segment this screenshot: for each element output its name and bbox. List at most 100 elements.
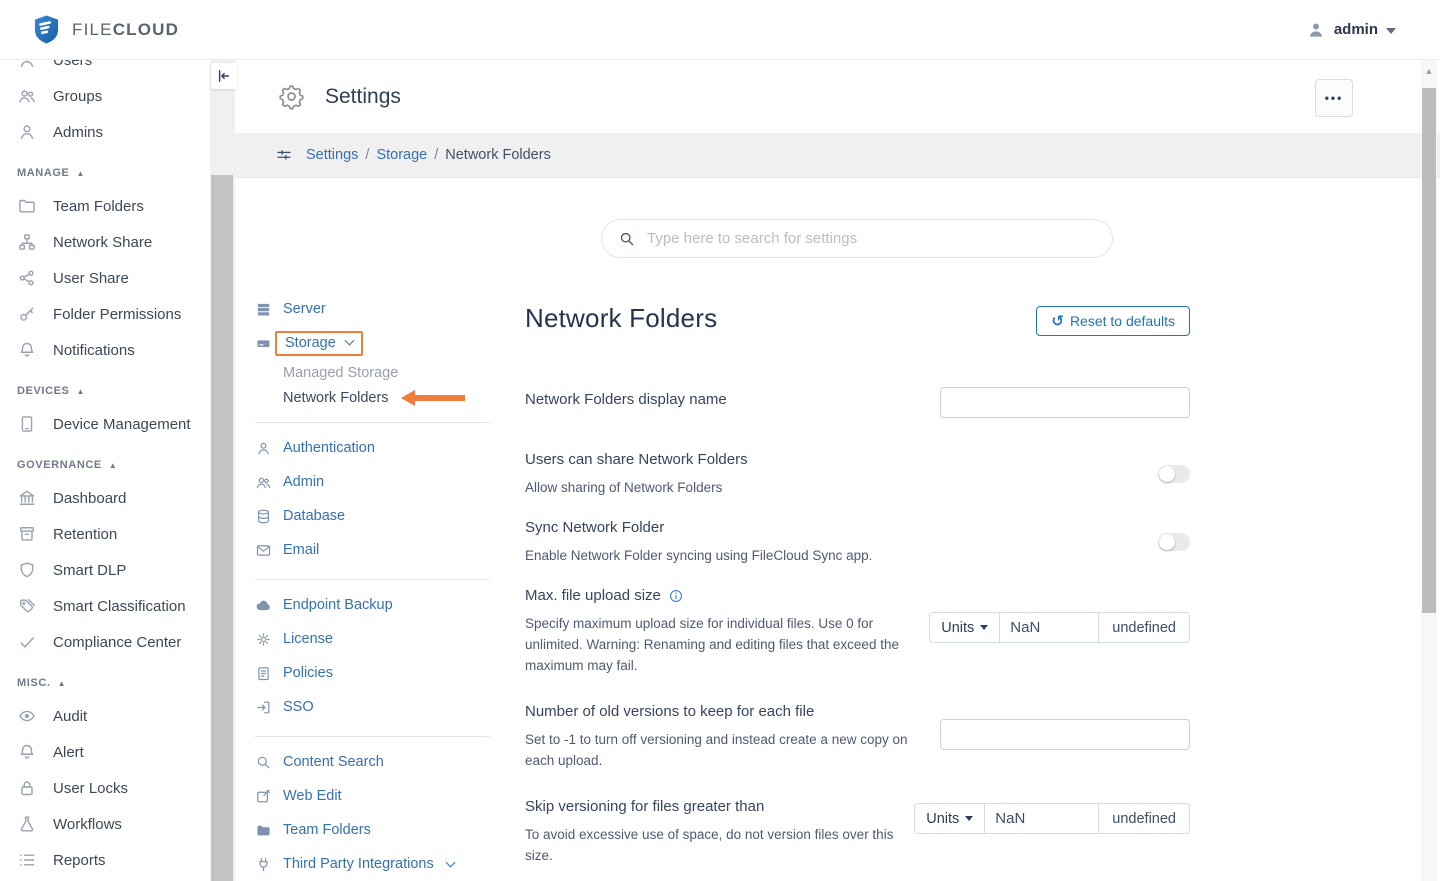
policy-icon <box>255 665 272 682</box>
page-title-bar: Settings <box>235 60 1440 133</box>
users-icon <box>17 86 37 106</box>
plug-icon <box>255 856 272 873</box>
email-icon <box>255 542 272 559</box>
sidebar-item-compliance-center[interactable]: Compliance Center <box>0 624 210 660</box>
settings-nav-team-folders[interactable]: Team Folders <box>255 813 490 847</box>
breadcrumb-storage[interactable]: Storage <box>376 147 427 163</box>
shield-icon <box>17 560 37 580</box>
sidebar-item-team-folders[interactable]: Team Folders <box>0 188 210 224</box>
settings-nav-admin[interactable]: Admin <box>255 465 490 499</box>
folder-solid-icon <box>255 822 272 839</box>
sidebar-item-smart-dlp[interactable]: Smart DLP <box>0 552 210 588</box>
sidebar-item-workflows[interactable]: Workflows <box>0 806 210 842</box>
signin-icon <box>255 699 272 716</box>
tablet-icon <box>17 414 37 434</box>
sidebar-scrollbar-thumb[interactable] <box>211 175 233 881</box>
triangle-up-icon[interactable]: ▲ <box>77 387 85 396</box>
setting-description: Set to -1 to turn off versioning and ins… <box>525 729 937 771</box>
storage-icon <box>255 335 272 352</box>
settings-row-network-folders-display-name: Network Folders display name <box>525 390 1190 418</box>
sidebar-item-folder-permissions[interactable]: Folder Permissions <box>0 296 210 332</box>
settings-nav-server[interactable]: Server <box>255 292 490 326</box>
info-icon[interactable] <box>668 588 684 604</box>
settings-nav-storage[interactable]: Storage <box>255 326 490 360</box>
settings-nav-sso[interactable]: SSO <box>255 690 490 724</box>
settings-row-skip-versioning-for-files-greater-than: Skip versioning for files greater thanTo… <box>525 797 1190 866</box>
settings-nav-content-search[interactable]: Content Search <box>255 745 490 779</box>
main-content: Settings ••• Settings/Storage/Network Fo… <box>235 60 1440 881</box>
section-title: MISC. <box>17 677 51 689</box>
sidebar-item-audit[interactable]: Audit <box>0 698 210 734</box>
users-can-share-network-folders-toggle[interactable] <box>1158 465 1190 483</box>
section-title: MANAGE <box>17 167 70 179</box>
sync-network-folder-toggle[interactable] <box>1158 533 1190 551</box>
sidebar-item-notifications[interactable]: Notifications <box>0 332 210 368</box>
units-dropdown[interactable]: Units <box>930 613 999 642</box>
chevron-down-icon <box>445 857 455 867</box>
units-dropdown[interactable]: Units <box>915 804 984 833</box>
settings-nav-email[interactable]: Email <box>255 533 490 567</box>
users-icon <box>255 474 272 491</box>
scroll-up-arrow-icon[interactable]: ▲ <box>1421 66 1437 76</box>
chevron-down-icon <box>344 336 354 346</box>
brand-wordmark: FILECLOUD <box>72 20 179 40</box>
unit-suffix-label: undefined <box>1099 613 1189 642</box>
panel-title: Network Folders <box>525 303 717 334</box>
filecloud-logo[interactable]: FILECLOUD <box>33 14 179 45</box>
triangle-up-icon[interactable]: ▲ <box>58 679 66 688</box>
reset-to-defaults-button[interactable]: ↺ Reset to defaults <box>1036 306 1190 336</box>
annotation-arrow <box>401 390 465 406</box>
settings-nav-managed-storage[interactable]: Managed Storage <box>255 360 490 385</box>
admin-username: admin <box>1334 21 1378 38</box>
main-scrollbar[interactable]: ▲ <box>1421 60 1437 881</box>
sidebar-item-dashboard[interactable]: Dashboard <box>0 480 210 516</box>
reset-icon: ↺ <box>1051 314 1064 329</box>
tags-icon <box>17 596 37 616</box>
settings-nav-database[interactable]: Database <box>255 499 490 533</box>
archive-icon <box>17 524 37 544</box>
search-icon <box>618 230 636 248</box>
collapse-sidebar-button[interactable] <box>211 63 237 89</box>
triangle-up-icon[interactable]: ▲ <box>109 461 117 470</box>
settings-nav-policies[interactable]: Policies <box>255 656 490 690</box>
settings-nav-network-folders[interactable]: Network Folders <box>255 385 490 410</box>
sidebar-item-device-management[interactable]: Device Management <box>0 406 210 442</box>
sidebar-item-groups[interactable]: Groups <box>0 78 210 114</box>
annotation-box: Storage <box>275 331 363 356</box>
settings-nav-endpoint-backup[interactable]: Endpoint Backup <box>255 588 490 622</box>
setting-label: Users can share Network Folders <box>525 450 937 470</box>
settings-row-sync-network-folder: Sync Network FolderEnable Network Folder… <box>525 518 1190 566</box>
settings-nav-authentication[interactable]: Authentication <box>255 431 490 465</box>
network-folders-display-name-input[interactable] <box>940 387 1190 418</box>
skip-versioning-for-files-greater-than-value-input[interactable] <box>984 804 1099 833</box>
breadcrumb-settings[interactable]: Settings <box>306 147 358 163</box>
admin-user-menu[interactable]: admin <box>1306 20 1396 40</box>
sidebar-item-user-share[interactable]: User Share <box>0 260 210 296</box>
network-icon <box>17 232 37 252</box>
bell-icon <box>17 742 37 762</box>
sidebar-section-devices: DEVICES ▲ <box>0 376 210 406</box>
sidebar-item-smart-classification[interactable]: Smart Classification <box>0 588 210 624</box>
settings-search-input[interactable] <box>647 230 1096 247</box>
key-icon <box>17 304 37 324</box>
settings-nav-third-party-integrations[interactable]: Third Party Integrations <box>255 847 490 881</box>
main-scrollbar-thumb[interactable] <box>1422 88 1436 613</box>
sidebar-item-reports[interactable]: Reports <box>0 842 210 878</box>
sidebar-item-admins[interactable]: Admins <box>0 114 210 150</box>
setting-label: Network Folders display name <box>525 390 937 410</box>
settings-nav-web-edit[interactable]: Web Edit <box>255 779 490 813</box>
setting-description: Specify maximum upload size for individu… <box>525 613 929 676</box>
number-of-old-versions-to-keep-for-each-file-input[interactable] <box>940 719 1190 750</box>
settings-row-number-of-old-versions-to-keep-for-each-file: Number of old versions to keep for each … <box>525 702 1190 771</box>
sidebar-scrollbar[interactable] <box>210 60 235 881</box>
user-icon <box>255 440 272 457</box>
sidebar-item-users[interactable]: Users <box>0 60 210 78</box>
triangle-up-icon[interactable]: ▲ <box>77 169 85 178</box>
sidebar-item-user-locks[interactable]: User Locks <box>0 770 210 806</box>
sidebar-item-alert[interactable]: Alert <box>0 734 210 770</box>
max-file-upload-size-value-input[interactable] <box>999 613 1099 642</box>
more-options-button[interactable]: ••• <box>1315 79 1353 117</box>
settings-nav-license[interactable]: License <box>255 622 490 656</box>
sidebar-item-retention[interactable]: Retention <box>0 516 210 552</box>
sidebar-item-network-share[interactable]: Network Share <box>0 224 210 260</box>
